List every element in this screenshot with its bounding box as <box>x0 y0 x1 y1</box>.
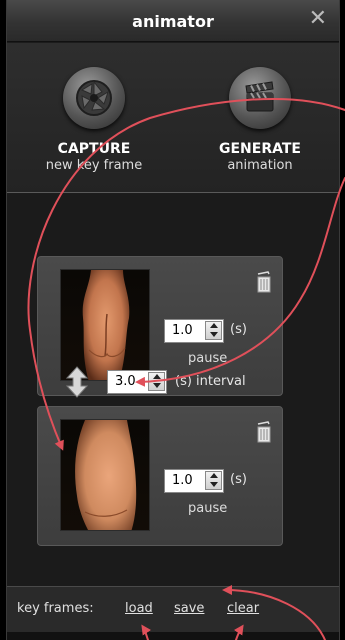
capture-sublabel: new key frame <box>45 158 143 173</box>
clear-link[interactable]: clear <box>227 601 259 616</box>
spin-down-icon[interactable] <box>153 383 161 388</box>
load-link[interactable]: load <box>125 601 153 616</box>
interval-spinner[interactable] <box>148 372 165 391</box>
action-bar: CAPTURE new key frame GENERATE animation <box>7 43 339 193</box>
spin-up-icon[interactable] <box>210 473 218 478</box>
pause-spinner[interactable] <box>205 321 222 340</box>
key-frames-label: key frames: <box>17 601 94 616</box>
spin-up-icon[interactable] <box>153 374 161 379</box>
trash-icon[interactable] <box>256 271 272 297</box>
keyframe-thumbnail[interactable] <box>60 419 150 531</box>
clapperboard-icon <box>229 67 291 129</box>
footer-bar: key frames: load save clear <box>7 586 339 640</box>
pause-unit: (s) <box>230 472 247 487</box>
keyframe-thumbnail[interactable] <box>60 269 150 381</box>
capture-label: CAPTURE <box>57 141 131 157</box>
up-down-arrow-icon <box>62 366 92 402</box>
pause-label: pause <box>188 501 228 516</box>
close-icon[interactable]: ✕ <box>309 8 327 30</box>
interval-row: 3.0 (s) interval <box>62 366 302 398</box>
generate-sublabel: animation <box>227 158 293 173</box>
keyframe-card: 1.0 (s) pause <box>37 406 283 546</box>
spin-up-icon[interactable] <box>210 323 218 328</box>
footer-strip <box>7 632 339 640</box>
window-title: animator <box>132 12 214 31</box>
pause-spinner[interactable] <box>205 471 222 490</box>
pause-label: pause <box>188 351 228 366</box>
trash-icon[interactable] <box>256 421 272 447</box>
capture-button[interactable]: CAPTURE new key frame <box>29 67 159 173</box>
spin-down-icon[interactable] <box>210 482 218 487</box>
spin-down-icon[interactable] <box>210 332 218 337</box>
camera-shutter-icon <box>63 67 125 129</box>
title-bar: animator ✕ <box>7 0 339 42</box>
pause-unit: (s) <box>230 322 247 337</box>
keyframe-list: 1.0 (s) pause 3.0 (s) interval 1.0 (s) p… <box>7 194 339 586</box>
interval-label: (s) interval <box>175 374 246 389</box>
generate-button[interactable]: GENERATE animation <box>195 67 325 173</box>
animator-panel: animator ✕ CAPTURE new key frame GENERAT… <box>6 0 340 640</box>
save-link[interactable]: save <box>174 601 204 616</box>
generate-label: GENERATE <box>219 141 301 157</box>
